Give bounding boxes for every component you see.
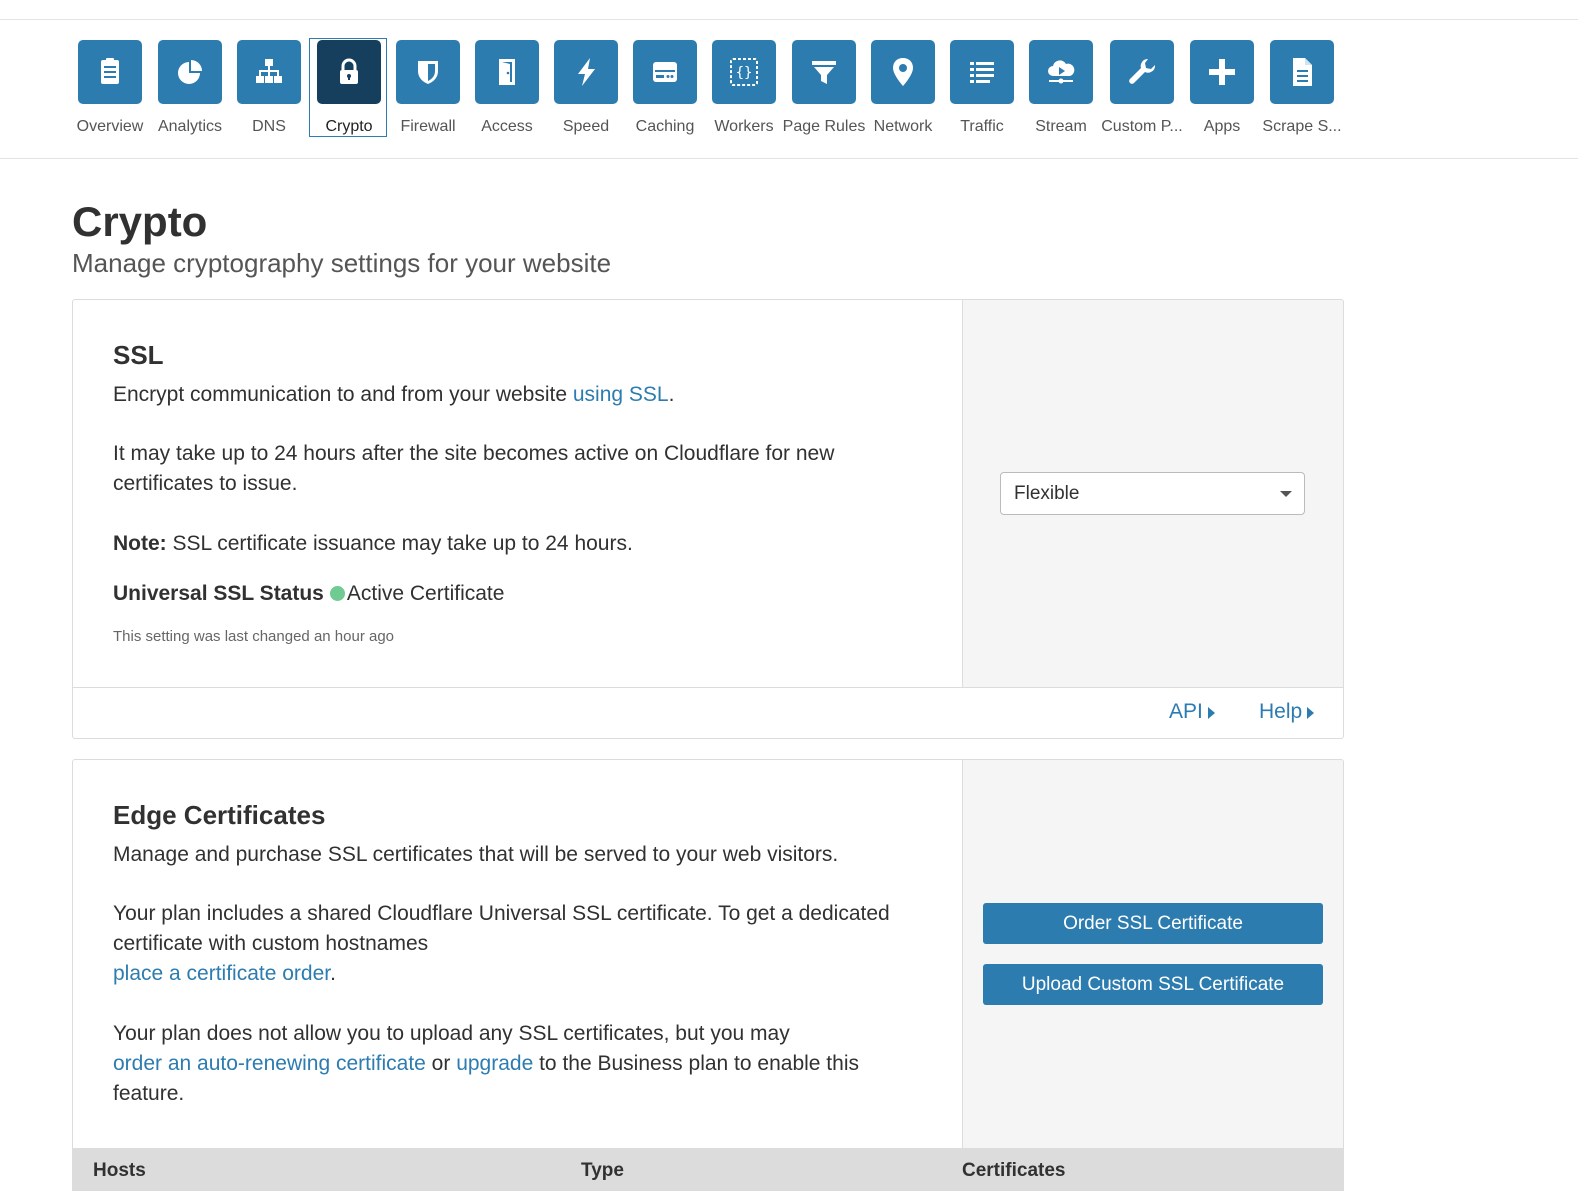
edge-plan-info: Your plan includes a shared Cloudflare U… <box>113 899 913 989</box>
edge-certificates-card: Edge Certificates Manage and purchase SS… <box>72 759 1344 1191</box>
nav-item-caching[interactable]: Caching <box>625 38 705 138</box>
nav-label: Crypto <box>325 118 373 135</box>
ssl-desc-end: . <box>668 383 675 406</box>
edge-plan-text: Your plan includes a shared Cloudflare U… <box>113 902 890 955</box>
nav-label: Traffic <box>960 118 1004 135</box>
ssl-issuance-info: It may take up to 24 hours after the sit… <box>113 442 835 495</box>
svg-text:{}: {} <box>736 65 753 81</box>
wrench-icon <box>1129 58 1156 84</box>
universal-ssl-status: Universal SSL Status Active Certificate <box>113 579 913 609</box>
nav-label: DNS <box>252 118 286 135</box>
server-icon <box>653 62 677 82</box>
pie-chart-icon <box>178 60 202 84</box>
nav-label: Overview <box>76 118 144 135</box>
ssl-description: Encrypt communication to and from your w… <box>113 380 913 410</box>
app-nav-bar: Overview Analytics DNS Crypto Firewall A… <box>0 20 1578 159</box>
nav-label: Access <box>481 118 533 135</box>
page-subtitle: Manage cryptography settings for your we… <box>72 248 612 278</box>
ssl-note: Note: SSL certificate issuance may take … <box>113 529 913 559</box>
clipboard-icon <box>101 58 119 84</box>
edge-plan-end: . <box>330 962 336 985</box>
nav-item-traffic[interactable]: Traffic <box>942 38 1022 138</box>
nav-item-crypto[interactable]: Crypto <box>309 38 389 138</box>
status-dot-icon <box>329 586 345 601</box>
caret-right-icon <box>1207 707 1215 719</box>
nav-label: Workers <box>714 118 774 135</box>
plus-icon <box>1209 59 1235 85</box>
nav-label: Page Rules <box>782 118 866 135</box>
nav-label: Network <box>873 118 933 135</box>
shield-icon <box>418 61 438 84</box>
filter-icon <box>812 61 836 84</box>
nav-label: Caching <box>635 118 695 135</box>
nav-item-speed[interactable]: Speed <box>546 38 626 138</box>
ssl-card: SSL Encrypt communication to and from yo… <box>72 299 1344 739</box>
status-label: Universal SSL Status <box>113 582 324 605</box>
ssl-card-control: Flexible <box>962 300 1343 687</box>
edge-upload-text: Your plan does not allow you to upload a… <box>113 1022 790 1045</box>
nav-label: Stream <box>1035 118 1087 135</box>
nav-item-dns[interactable]: DNS <box>229 38 309 138</box>
edge-upload-info: Your plan does not allow you to upload a… <box>113 1019 903 1109</box>
ssl-title: SSL <box>113 340 164 370</box>
nav-item-page-rules[interactable]: Page Rules <box>783 38 865 138</box>
note-text: SSL certificate issuance may take up to … <box>166 532 633 555</box>
map-pin-icon <box>893 58 913 86</box>
ssl-card-body: SSL Encrypt communication to and from yo… <box>73 300 962 687</box>
note-label: Note: <box>113 532 167 555</box>
nav-label: Apps <box>1203 118 1241 135</box>
nav-item-network[interactable]: Network <box>863 38 943 138</box>
column-header-hosts[interactable]: Hosts <box>93 1160 146 1182</box>
nav-label: Analytics <box>157 118 223 135</box>
api-link[interactable]: API <box>1169 700 1215 724</box>
edge-title: Edge Certificates <box>113 800 326 830</box>
upload-custom-ssl-button[interactable]: Upload Custom SSL Certificate <box>983 964 1323 1005</box>
column-header-type[interactable]: Type <box>581 1160 624 1182</box>
lock-icon <box>340 58 358 84</box>
list-icon <box>970 62 994 83</box>
ssl-card-footer: API Help <box>73 687 1343 738</box>
code-braces-icon: {} <box>730 58 758 86</box>
nav-label: Custom P... <box>1101 118 1183 135</box>
nav-item-access[interactable]: Access <box>467 38 547 138</box>
using-ssl-link[interactable]: using SSL <box>573 383 669 406</box>
lightning-icon <box>578 58 595 86</box>
nav-item-stream[interactable]: Stream <box>1021 38 1101 138</box>
nav-item-apps[interactable]: Apps <box>1182 38 1262 138</box>
upgrade-link[interactable]: upgrade <box>456 1052 533 1075</box>
nav-item-firewall[interactable]: Firewall <box>388 38 468 138</box>
edge-upload-mid: or <box>425 1052 457 1075</box>
order-ssl-certificate-button[interactable]: Order SSL Certificate <box>983 903 1323 944</box>
last-changed-text: This setting was last changed an hour ag… <box>113 628 395 645</box>
door-icon <box>499 59 515 85</box>
chevron-down-icon <box>1280 491 1292 497</box>
nav-label: Speed <box>562 118 610 135</box>
nav-item-workers[interactable]: {} Workers <box>704 38 784 138</box>
caret-right-icon <box>1307 707 1315 719</box>
status-value: Active Certificate <box>346 582 505 605</box>
cloud-stream-icon <box>1048 60 1075 84</box>
nav-item-analytics[interactable]: Analytics <box>150 38 230 138</box>
api-link-label: API <box>1169 700 1203 723</box>
ssl-desc-text: Encrypt communication to and from your w… <box>113 383 573 406</box>
page-title: Crypto <box>72 198 208 245</box>
place-certificate-order-link[interactable]: place a certificate order <box>113 962 330 985</box>
edge-card-actions: Order SSL Certificate Upload Custom SSL … <box>962 760 1343 1150</box>
help-link[interactable]: Help <box>1259 700 1315 724</box>
ssl-mode-value: Flexible <box>1014 483 1080 504</box>
document-icon <box>1293 58 1312 86</box>
edge-description: Manage and purchase SSL certificates tha… <box>113 843 839 866</box>
nav-label: Scrape S... <box>1262 118 1342 135</box>
order-auto-renewing-link[interactable]: order an auto-renewing certificate <box>113 1052 426 1075</box>
nav-label: Firewall <box>400 118 456 135</box>
column-header-certificates[interactable]: Certificates <box>962 1160 1066 1182</box>
certificates-table-header: Hosts Type Certificates <box>73 1148 1343 1191</box>
help-link-label: Help <box>1259 700 1303 723</box>
nav-item-overview[interactable]: Overview <box>70 38 150 138</box>
ssl-mode-select[interactable]: Flexible <box>1000 472 1305 515</box>
sitemap-icon <box>256 59 282 83</box>
nav-item-scrape-shield[interactable]: Scrape S... <box>1262 38 1342 138</box>
nav-item-custom-pages[interactable]: Custom P... <box>1101 38 1183 138</box>
